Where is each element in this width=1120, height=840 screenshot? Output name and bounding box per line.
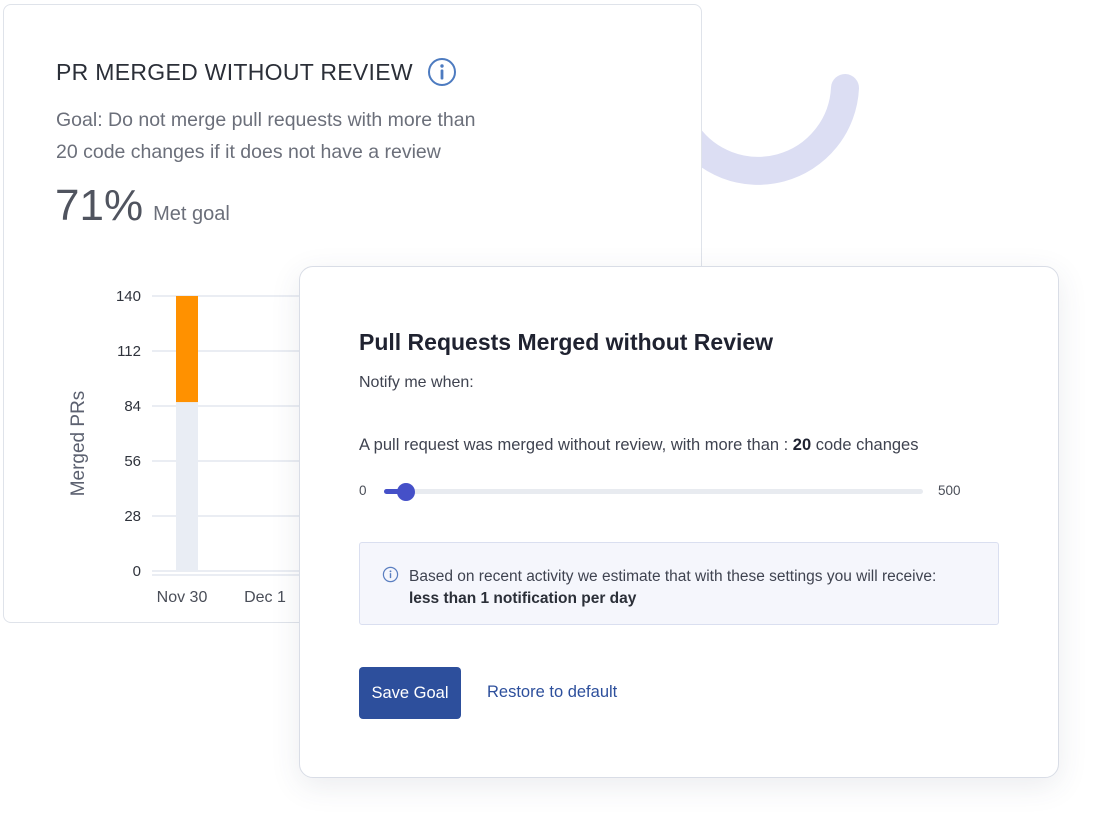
sentence-prefix: A pull request was merged without review… (359, 436, 793, 454)
sentence-suffix: code changes (811, 436, 919, 454)
notification-settings-card: Pull Requests Merged without Review Noti… (299, 266, 1059, 778)
threshold-value: 20 (792, 436, 812, 454)
estimate-text: Based on recent activity we estimate tha… (409, 566, 936, 610)
y-tick-label: 84 (124, 398, 141, 415)
estimate-notice: Based on recent activity we estimate tha… (359, 542, 999, 625)
y-tick-label: 140 (116, 288, 141, 305)
x-tick-label: Nov 30 (157, 589, 208, 606)
save-goal-button[interactable]: Save Goal (359, 667, 461, 719)
y-tick-label: 56 (124, 453, 141, 470)
slider-max-label: 500 (938, 483, 961, 498)
bar-segment (176, 402, 198, 571)
threshold-slider[interactable] (384, 482, 923, 501)
restore-default-link[interactable]: Restore to default (487, 683, 617, 702)
notify-label: Notify me when: (359, 374, 474, 391)
bar-segment (176, 296, 198, 403)
y-tick-label: 112 (117, 343, 141, 360)
estimate-result: less than 1 notification per day (409, 590, 637, 607)
y-tick-label: 28 (124, 508, 141, 525)
estimate-description: Based on recent activity we estimate tha… (409, 568, 937, 585)
x-tick-label: Dec 1 (244, 589, 286, 606)
settings-title: Pull Requests Merged without Review (359, 329, 774, 355)
info-icon (382, 566, 399, 583)
slider-min-label: 0 (359, 483, 367, 498)
slider-handle[interactable] (396, 482, 415, 501)
y-axis-label: Merged PRs (68, 391, 89, 497)
threshold-sentence: A pull request was merged without review… (359, 436, 919, 455)
y-tick-label: 0 (133, 563, 141, 580)
